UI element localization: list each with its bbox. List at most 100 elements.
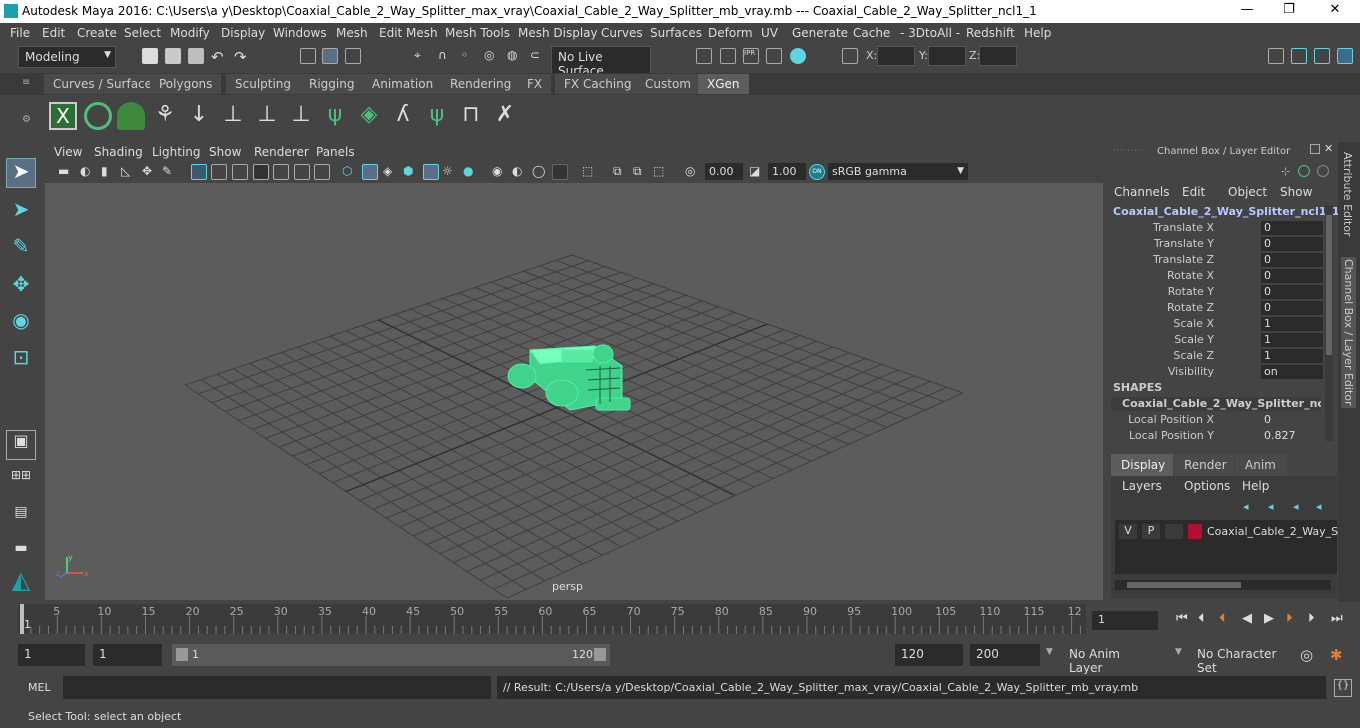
cb-menu-edit[interactable]: Edit xyxy=(1182,185,1205,199)
attr-value-scale-z[interactable]: 1 xyxy=(1261,349,1323,363)
bookmark-icon[interactable]: ▮ xyxy=(101,164,117,180)
menu-select[interactable]: Select xyxy=(124,26,161,40)
safe-title-icon[interactable] xyxy=(314,164,330,180)
attr-value-local-position-y[interactable]: 0.827 xyxy=(1261,429,1323,443)
shelf-tab-fx[interactable]: FX xyxy=(518,74,552,94)
gate-mask-icon[interactable] xyxy=(253,164,269,180)
ambient-occlusion-icon[interactable]: ◉ xyxy=(492,164,508,180)
menu-3dtoall[interactable]: - 3DtoAll - xyxy=(900,26,960,40)
menu-redshift[interactable]: Redshift xyxy=(966,26,1015,40)
layer-tab-anim[interactable]: Anim xyxy=(1235,454,1287,476)
xgen-preview-icon[interactable] xyxy=(84,102,112,130)
go-to-start-icon[interactable]: ⏮ xyxy=(1176,611,1188,626)
film-gate-icon[interactable] xyxy=(211,164,227,180)
panel-menu-shading[interactable]: Shading xyxy=(94,145,143,159)
go-to-end-icon[interactable]: ⏭ xyxy=(1331,611,1343,626)
xgen-sculpt-guide-icon[interactable]: ⊥ xyxy=(253,102,281,130)
xgen-description-icon[interactable] xyxy=(117,102,145,130)
range-slider[interactable]: 1 120 xyxy=(172,644,610,666)
attr-value-translate-x[interactable]: 0 xyxy=(1261,221,1323,235)
attr-value-rotate-y[interactable]: 0 xyxy=(1261,285,1323,299)
y-field[interactable] xyxy=(928,46,966,66)
four-view-layout-icon[interactable]: ⊞⊞ xyxy=(6,468,36,498)
step-back-key-icon[interactable]: ⏴ xyxy=(1198,611,1205,626)
tab-channel-box-layer-editor[interactable]: Channel Box / Layer Editor xyxy=(1341,257,1356,408)
xgen-grass-icon[interactable]: ψ xyxy=(321,102,349,130)
layer-menu-layers[interactable]: Layers xyxy=(1122,479,1162,493)
image-plane-icon[interactable]: ◺ xyxy=(121,164,137,180)
attr-value-translate-y[interactable]: 0 xyxy=(1261,237,1323,251)
open-scene-icon[interactable] xyxy=(165,48,181,64)
layer-menu-help[interactable]: Help xyxy=(1242,479,1269,493)
snap-live-icon[interactable]: ⊂ xyxy=(530,48,546,64)
anim-layer-select[interactable]: No Anim Layer xyxy=(1063,644,1163,675)
panel-menu-lighting[interactable]: Lighting xyxy=(152,145,201,159)
select-object-icon[interactable] xyxy=(322,48,338,64)
shape-name[interactable]: Coaxial_Cable_2_Way_Splitter_ncl1_... xyxy=(1111,397,1321,411)
attr-value-scale-y[interactable]: 1 xyxy=(1261,333,1323,347)
xgen-editor-icon[interactable]: X xyxy=(49,102,77,130)
playback-start-field[interactable]: 1 xyxy=(93,644,162,666)
close-button[interactable]: ✕ xyxy=(1320,2,1350,20)
script-editor-icon[interactable]: {} xyxy=(1334,679,1352,697)
menu-mesh[interactable]: Mesh xyxy=(336,26,368,40)
channel-box-sync-icon[interactable] xyxy=(1317,165,1329,177)
layer-name[interactable]: Coaxial_Cable_2_Way_Sp xyxy=(1207,525,1345,538)
backface-culling-icon[interactable]: ⬚ xyxy=(653,164,669,180)
antialiasing-icon[interactable]: ◯ xyxy=(532,164,548,180)
undo-icon[interactable]: ↶ xyxy=(211,48,227,66)
toggle-attribute-editor-icon[interactable] xyxy=(1291,48,1307,64)
isolate-select-icon[interactable]: ⬚ xyxy=(582,164,598,180)
rotate-tool-icon[interactable]: ◉ xyxy=(6,308,36,338)
exposure-field[interactable]: 0.00 xyxy=(705,163,743,180)
shelf-tab-curves-surfaces[interactable]: Curves / Surfaces xyxy=(44,74,168,94)
move-tool-icon[interactable]: ✥ xyxy=(6,272,36,302)
shelf-tab-rendering[interactable]: Rendering xyxy=(441,74,521,94)
menu-deform[interactable]: Deform xyxy=(708,26,753,40)
xgen-add-guide-icon[interactable]: ⚘ xyxy=(151,102,179,130)
layer-display-type-toggle[interactable] xyxy=(1165,524,1183,539)
channel-box-scroll-thumb[interactable] xyxy=(1326,215,1332,355)
attr-value-translate-z[interactable]: 0 xyxy=(1261,253,1323,267)
menu-create[interactable]: Create xyxy=(77,26,117,40)
attr-value-scale-x[interactable]: 1 xyxy=(1261,317,1323,331)
xgen-bend-icon[interactable]: ʎ xyxy=(389,102,417,130)
step-forward-frame-icon[interactable]: ⏵ xyxy=(1286,611,1293,626)
auto-key-icon[interactable]: ◎ xyxy=(1300,646,1313,664)
render-view-icon[interactable] xyxy=(696,48,712,64)
select-component-icon[interactable] xyxy=(345,48,361,64)
xgen-layer-icon[interactable]: ◈ xyxy=(355,102,383,130)
menu-edit[interactable]: Edit xyxy=(42,26,65,40)
cb-menu-channels[interactable]: Channels xyxy=(1114,185,1170,199)
xgen-lock-icon[interactable]: ⊥ xyxy=(287,102,315,130)
xgen-guide-icon[interactable]: ⊥ xyxy=(219,102,247,130)
float-panel-icon[interactable] xyxy=(1310,144,1320,154)
camera-select-icon[interactable]: ▬ xyxy=(58,164,74,180)
render-frame-icon[interactable] xyxy=(720,48,736,64)
channel-box-scrollbar[interactable] xyxy=(1325,205,1333,441)
outliner-layout-icon[interactable]: ▤ xyxy=(6,504,36,534)
textured-icon[interactable]: ⬢ xyxy=(403,164,419,180)
panel-menu-show[interactable]: Show xyxy=(209,145,241,159)
snap-surface-icon[interactable]: ◍ xyxy=(507,48,523,64)
step-back-frame-icon[interactable]: ⏴ xyxy=(1219,611,1226,626)
grease-pencil-icon[interactable]: ✎ xyxy=(162,164,178,180)
animation-preferences-icon[interactable]: ✱ xyxy=(1330,646,1343,664)
two-d-pan-icon[interactable]: ✥ xyxy=(142,164,158,180)
layer-list-scrollbar[interactable] xyxy=(1115,580,1331,590)
menu-generate[interactable]: Generate xyxy=(792,26,848,40)
scale-tool-icon[interactable]: ⊡ xyxy=(6,345,36,375)
new-scene-icon[interactable] xyxy=(142,48,158,64)
ipr-render-icon[interactable]: IPR xyxy=(743,48,759,64)
hypershade-icon[interactable] xyxy=(790,48,806,64)
z-field[interactable] xyxy=(979,46,1017,66)
menu-modify[interactable]: Modify xyxy=(170,26,210,40)
x-field[interactable] xyxy=(877,46,915,66)
scene-start-field[interactable]: 1 xyxy=(18,644,85,666)
character-set-select[interactable]: No Character Set xyxy=(1191,644,1294,675)
tab-attribute-editor[interactable]: Attribute Editor xyxy=(1341,152,1354,237)
xgen-place-icon[interactable]: ↓ xyxy=(185,102,213,130)
toggle-tool-settings-icon[interactable] xyxy=(1314,48,1330,64)
selected-model[interactable] xyxy=(500,338,640,423)
redo-icon[interactable]: ↷ xyxy=(234,48,250,66)
